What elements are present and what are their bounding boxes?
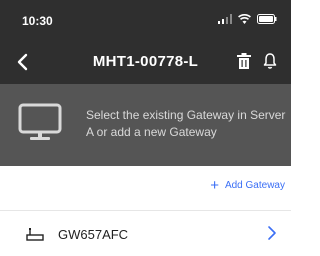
gateway-name: GW657AFC xyxy=(58,227,129,242)
bell-icon[interactable] xyxy=(262,52,278,70)
gateway-list-item[interactable]: GW657AFC xyxy=(0,211,291,256)
status-time: 10:30 xyxy=(22,14,53,28)
signal-icon xyxy=(218,14,232,24)
battery-icon xyxy=(257,14,277,24)
banner-text: Select the existing Gateway in Server A … xyxy=(86,108,286,139)
gateway-icon xyxy=(26,228,44,241)
plus-icon: + xyxy=(210,176,219,194)
wifi-icon xyxy=(238,14,251,24)
add-gateway-button[interactable]: + Add Gateway xyxy=(210,176,285,194)
add-gateway-label: Add Gateway xyxy=(224,180,285,191)
info-banner: Select the existing Gateway in Server A … xyxy=(0,84,291,166)
status-icons xyxy=(218,14,277,24)
nav-bar: MHT1-00778-L xyxy=(0,40,291,84)
status-bar: 10:30 xyxy=(0,0,291,40)
trash-icon[interactable] xyxy=(236,52,252,70)
monitor-icon xyxy=(18,103,62,140)
chevron-right-icon xyxy=(268,226,276,240)
